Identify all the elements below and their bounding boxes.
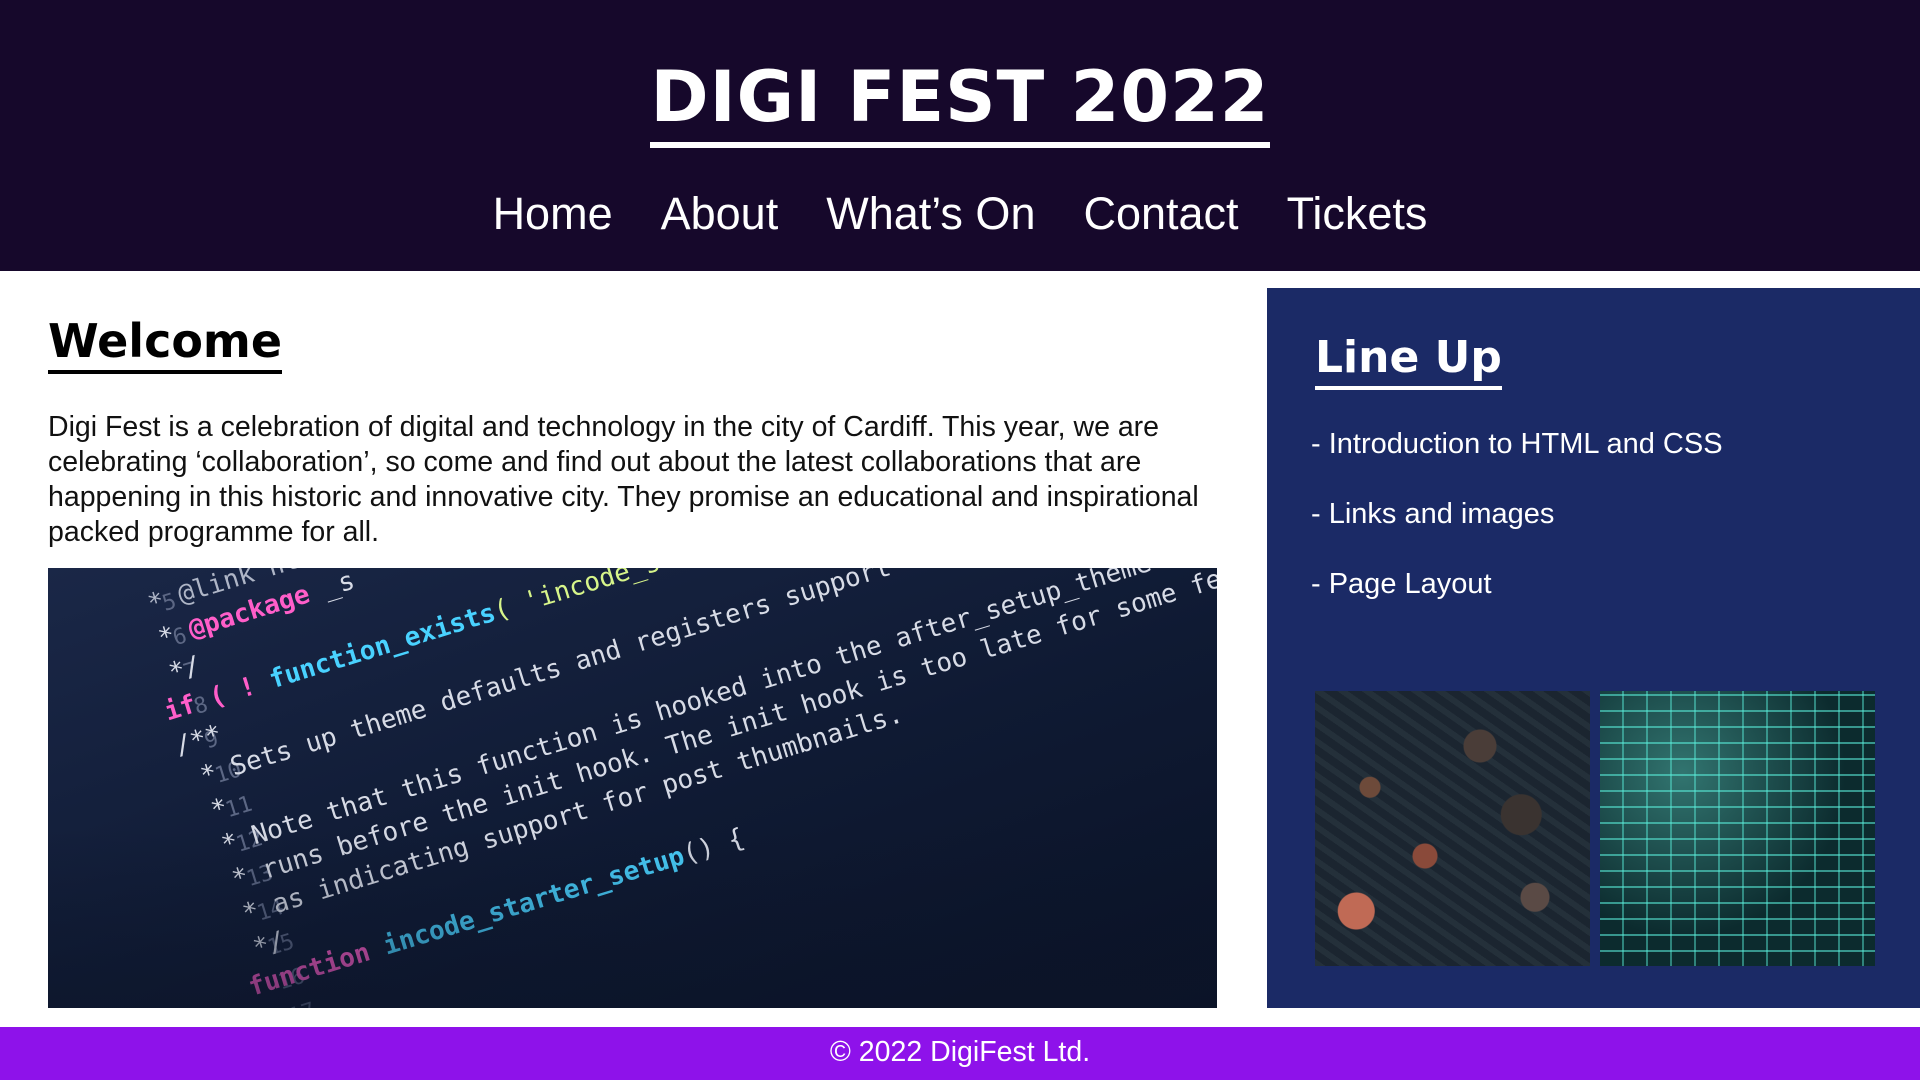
nav-tickets-link[interactable]: Tickets: [1287, 186, 1428, 242]
nav-whats-on-link[interactable]: What’s On: [826, 186, 1035, 242]
site-header: DIGI FEST 2022 Home About What’s On Cont…: [0, 0, 1920, 271]
code-screenshot-image: 5 6 7 8 9 10 11 12 13 14 15 16 17 * @lin…: [48, 568, 1217, 1008]
site-footer: © 2022 DigiFest Ltd.: [0, 1027, 1920, 1080]
lineup-heading: Line Up: [1315, 330, 1502, 390]
lineup-panel: Line Up - Introduction to HTML and CSS -…: [1267, 288, 1920, 1008]
code-line: *: [192, 792, 232, 831]
circuit-board-image: [1315, 691, 1590, 966]
code-line: /**: [171, 719, 226, 762]
copyright-text: © 2022 DigiFest Ltd.: [829, 1036, 1091, 1068]
lineup-item: - Page Layout: [1311, 568, 1492, 600]
lineup-list: - Introduction to HTML and CSS - Links a…: [1311, 426, 1723, 636]
code-token: *: [139, 615, 194, 659]
welcome-section: Welcome Digi Fest is a celebration of di…: [48, 312, 1220, 550]
nav-about-link[interactable]: About: [661, 186, 779, 242]
site-title-text: DIGI FEST 2022: [650, 52, 1270, 148]
lineup-item: - Introduction to HTML and CSS: [1311, 428, 1723, 460]
main-nav: Home About What’s On Contact Tickets: [0, 186, 1920, 242]
nav-home-link[interactable]: Home: [493, 186, 613, 242]
site-title: DIGI FEST 2022: [0, 52, 1920, 148]
welcome-paragraph: Digi Fest is a celebration of digital an…: [48, 411, 1199, 548]
image-fade-overlay: [48, 828, 1217, 1008]
lineup-item: - Links and images: [1311, 498, 1555, 530]
glowing-circuit-image: [1600, 691, 1875, 966]
code-token: _s: [304, 568, 359, 609]
code-line: */: [150, 650, 205, 693]
nav-contact-link[interactable]: Contact: [1083, 186, 1238, 242]
welcome-heading: Welcome: [48, 312, 283, 374]
